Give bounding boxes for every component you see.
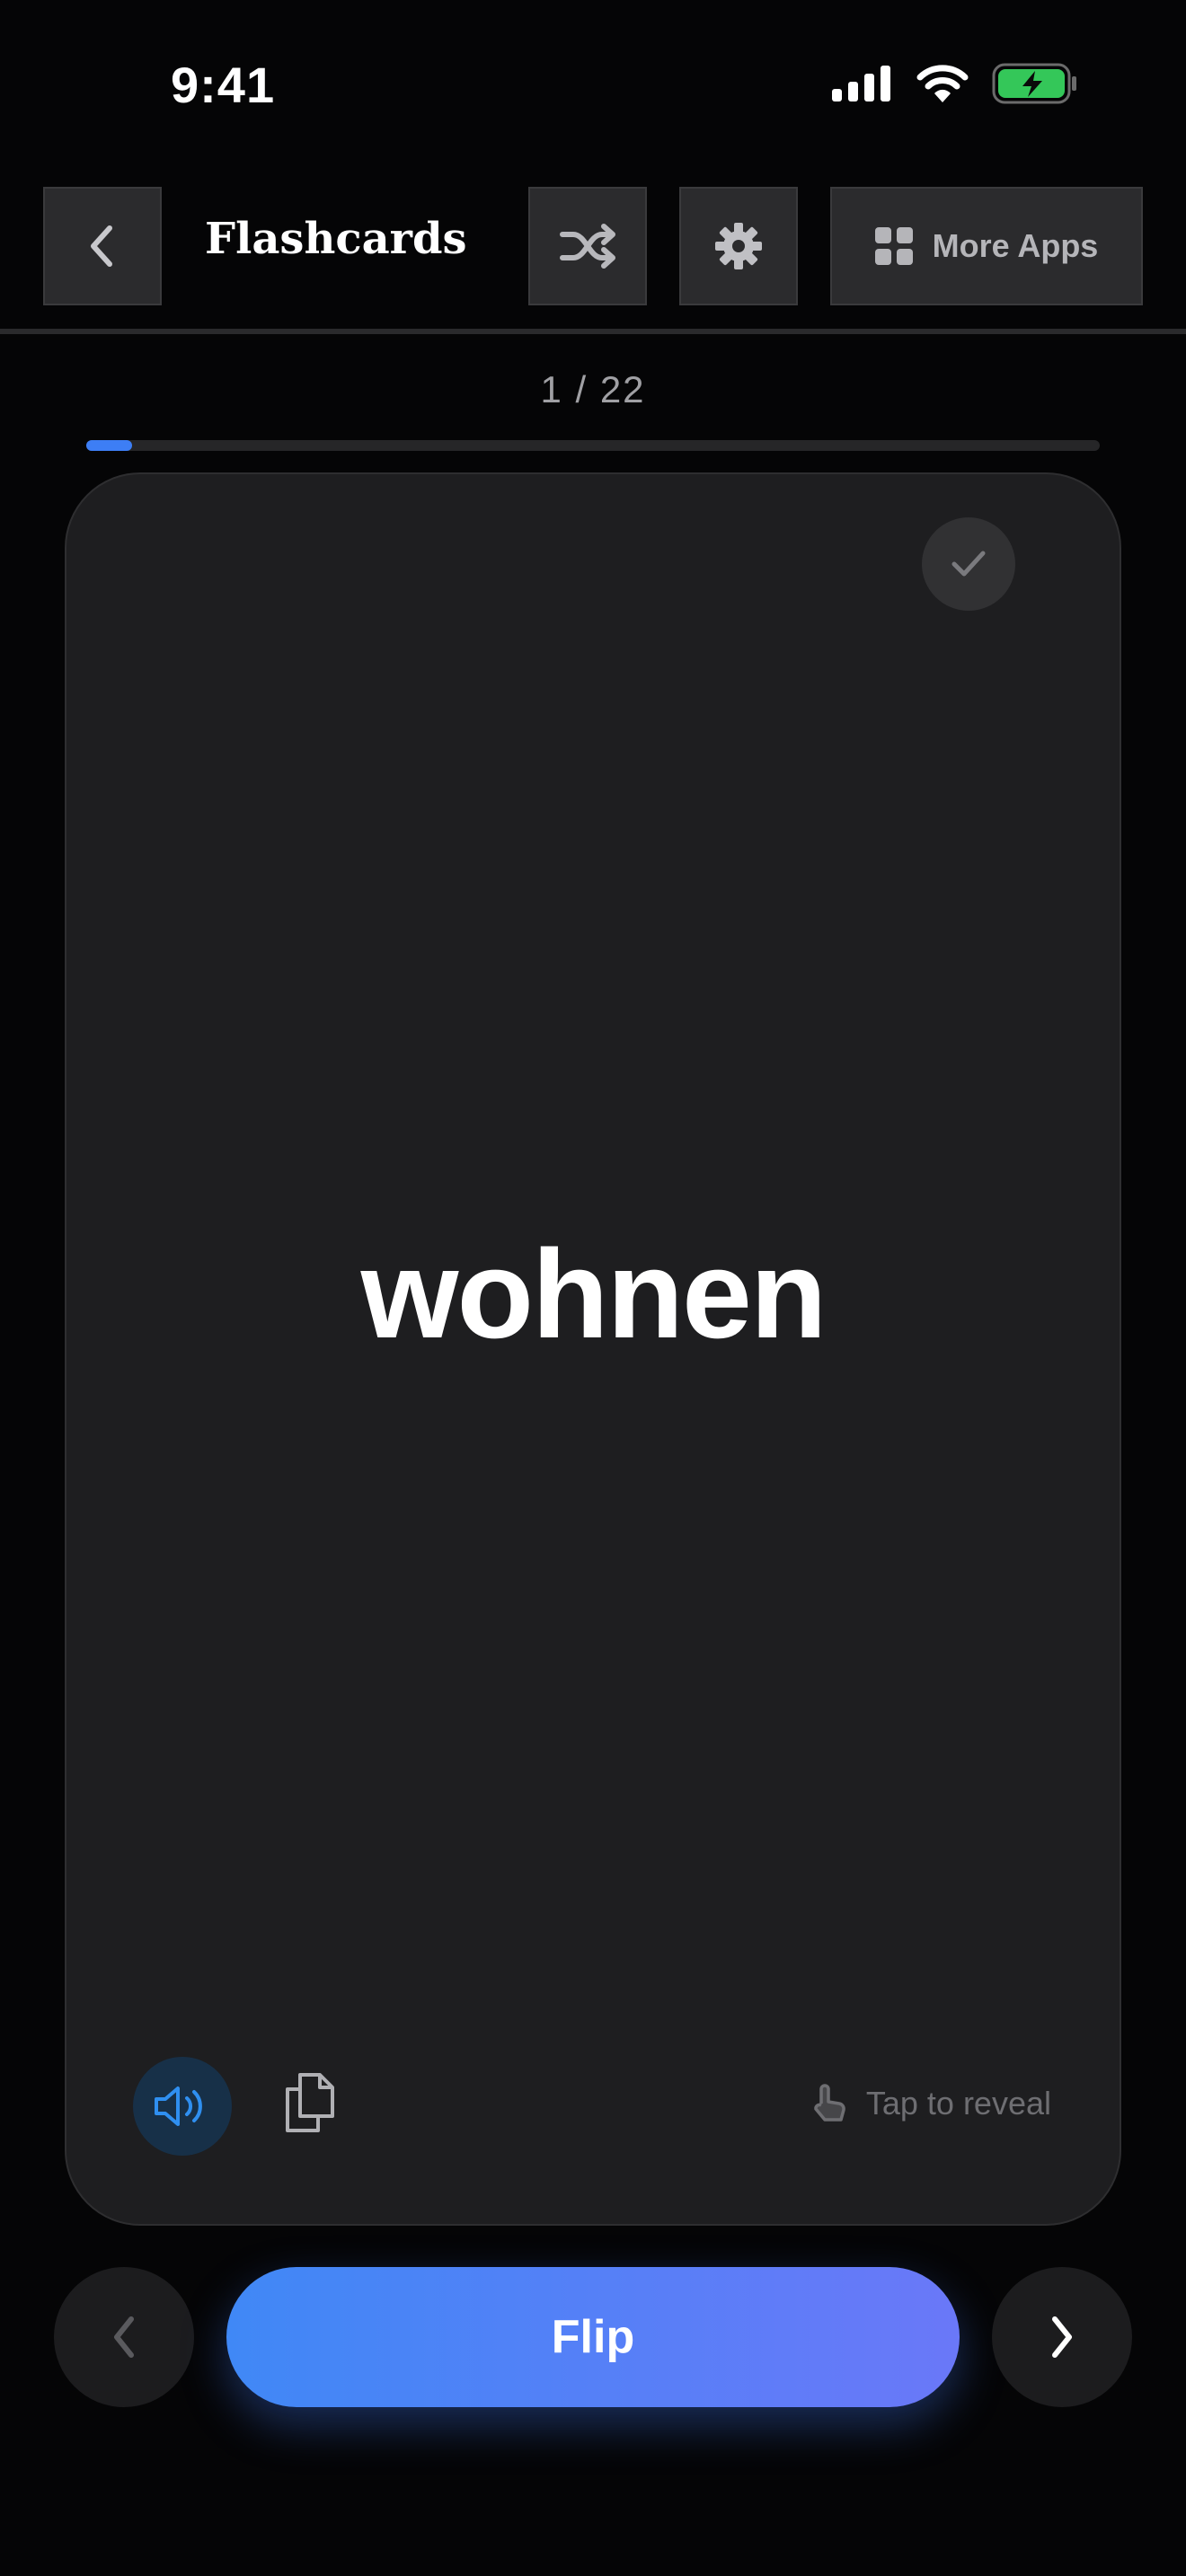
back-button[interactable]: [43, 187, 162, 305]
settings-button[interactable]: [679, 187, 798, 305]
more-apps-button[interactable]: More Apps: [830, 187, 1143, 305]
card-word: wohnen: [360, 1223, 828, 1364]
chevron-left-icon: [114, 2316, 134, 2358]
shuffle-button[interactable]: [528, 187, 647, 305]
speaker-icon: [155, 2086, 202, 2126]
chevron-left-icon: [91, 225, 112, 267]
card-counter: 1 / 22: [540, 368, 646, 410]
copy-icon: [286, 2073, 334, 2132]
pronounce-button[interactable]: [133, 2057, 232, 2156]
progress-track: [86, 440, 1100, 451]
chevron-right-icon: [1052, 2316, 1072, 2358]
tap-hint-text: Tap to reveal: [865, 2085, 1051, 2122]
shuffle-icon: [560, 224, 615, 269]
page-title: Flashcards: [205, 214, 467, 264]
header-divider: [0, 329, 1186, 334]
next-card-button[interactable]: [992, 2267, 1132, 2407]
battery-charging-icon: [992, 63, 1076, 104]
tap-hand-icon: [814, 2084, 845, 2122]
flip-button[interactable]: Flip: [226, 2267, 960, 2407]
checkmark-icon: [951, 551, 986, 577]
status-time: 9:41: [171, 57, 276, 113]
status-icons: [832, 63, 1078, 104]
grid-icon: [874, 227, 913, 265]
more-apps-label: More Apps: [932, 227, 1099, 264]
gear-icon: [715, 223, 762, 269]
progress-fill: [86, 440, 133, 451]
signal-icon: [832, 66, 890, 101]
wifi-icon: [916, 65, 969, 102]
copy-button[interactable]: [282, 2071, 338, 2139]
tap-hint: Tap to reveal: [809, 2084, 1051, 2123]
mark-known-button[interactable]: [922, 517, 1015, 611]
previous-card-button[interactable]: [54, 2267, 194, 2407]
